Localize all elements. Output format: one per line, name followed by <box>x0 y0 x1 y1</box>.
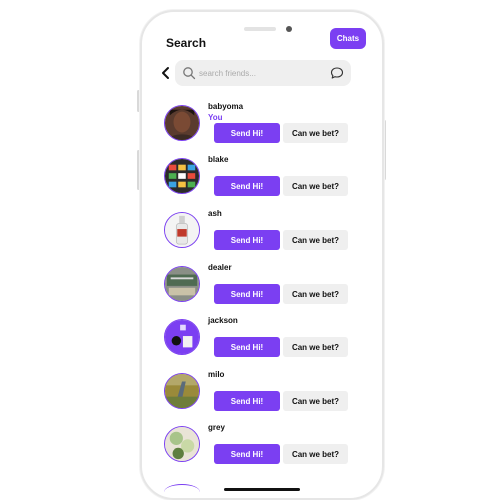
username: babyoma <box>208 102 244 111</box>
can-we-bet-button[interactable]: Can we bet? <box>283 337 348 357</box>
username: dealer <box>208 263 232 272</box>
send-hi-button[interactable]: Send Hi! <box>214 444 280 464</box>
send-hi-button[interactable]: Send Hi! <box>214 123 280 143</box>
avatar <box>164 484 200 500</box>
phone-speaker <box>244 27 276 31</box>
username: ash <box>208 209 222 218</box>
can-we-bet-button[interactable]: Can we bet? <box>283 123 348 143</box>
avatar[interactable] <box>164 319 200 355</box>
avatar[interactable] <box>164 426 200 462</box>
can-we-bet-button[interactable]: Can we bet? <box>283 230 348 250</box>
list-item: blake Send Hi! Can we bet? <box>160 153 360 201</box>
username: milo <box>208 370 225 379</box>
avatar[interactable] <box>164 212 200 248</box>
can-we-bet-button[interactable]: Can we bet? <box>283 391 348 411</box>
send-hi-button[interactable]: Send Hi! <box>214 230 280 250</box>
avatar[interactable] <box>164 266 200 302</box>
phone-camera <box>286 26 292 32</box>
send-hi-button[interactable]: Send Hi! <box>214 176 280 196</box>
avatar[interactable] <box>164 105 200 141</box>
list-item: milo Send Hi! Can we bet? <box>160 368 360 416</box>
list-item: babyoma You Send Hi! Can we bet? <box>160 100 360 148</box>
avatar[interactable] <box>164 373 200 409</box>
can-we-bet-button[interactable]: Can we bet? <box>283 444 348 464</box>
username: jackson <box>208 316 238 325</box>
home-indicator <box>224 488 300 491</box>
chat-bubble-icon[interactable] <box>330 66 344 80</box>
list-item: ash Send Hi! Can we bet? <box>160 207 360 255</box>
chats-button[interactable]: Chats <box>330 28 366 49</box>
list-item: grey Send Hi! Can we bet? <box>160 421 360 469</box>
search-icon <box>182 66 196 80</box>
chevron-left-icon[interactable] <box>160 66 172 80</box>
send-hi-button[interactable]: Send Hi! <box>214 337 280 357</box>
search-input[interactable] <box>199 64 319 82</box>
can-we-bet-button[interactable]: Can we bet? <box>283 176 348 196</box>
you-badge: You <box>208 113 223 122</box>
search-bar[interactable] <box>175 60 351 86</box>
list-item: jackson Send Hi! Can we bet? <box>160 314 360 362</box>
username: blake <box>208 155 229 164</box>
can-we-bet-button[interactable]: Can we bet? <box>283 284 348 304</box>
username: grey <box>208 423 225 432</box>
send-hi-button[interactable]: Send Hi! <box>214 391 280 411</box>
send-hi-button[interactable]: Send Hi! <box>214 284 280 304</box>
list-item: dealer Send Hi! Can we bet? <box>160 261 360 309</box>
page-title: Search <box>166 36 207 50</box>
avatar[interactable] <box>164 158 200 194</box>
